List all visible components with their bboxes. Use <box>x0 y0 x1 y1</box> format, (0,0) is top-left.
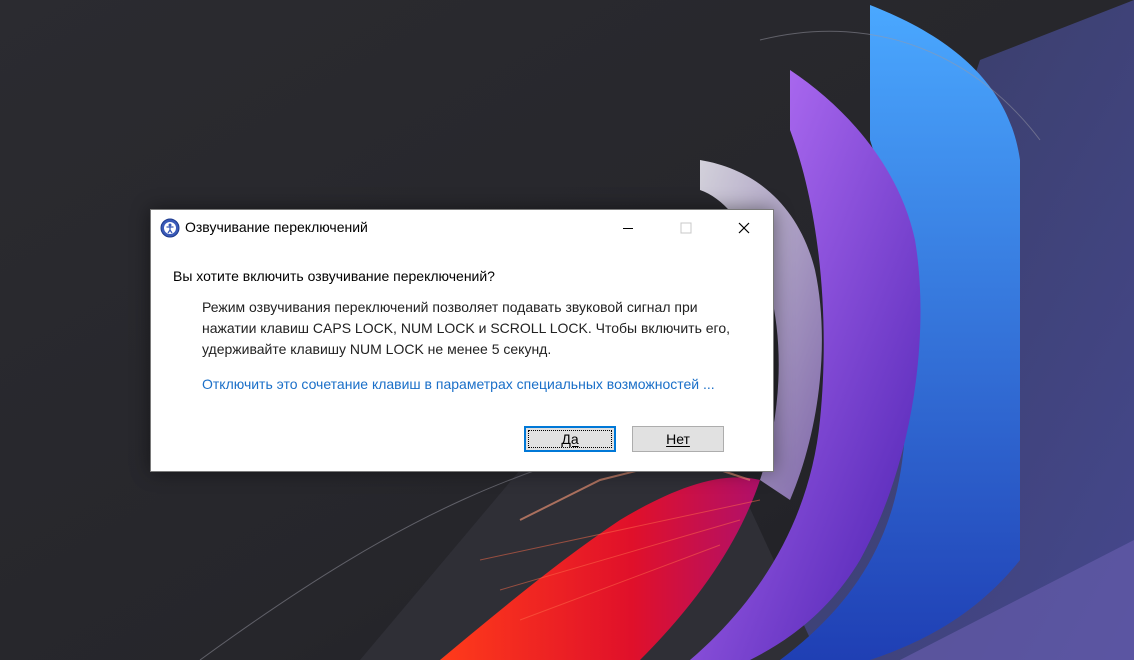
no-button[interactable]: Нет <box>632 426 724 452</box>
accessibility-icon <box>160 218 180 238</box>
minimize-icon <box>623 228 633 229</box>
minimize-button[interactable] <box>599 210 657 246</box>
accessibility-settings-link[interactable]: Отключить это сочетание клавиш в парамет… <box>202 376 715 392</box>
maximize-button <box>657 210 715 246</box>
dialog-description: Режим озвучивания переключений позволяет… <box>202 299 731 357</box>
title-bar[interactable]: Озвучивание переключений <box>151 210 773 246</box>
dialog-question: Вы хотите включить озвучивание переключе… <box>173 268 495 284</box>
close-button[interactable] <box>715 210 773 246</box>
dialog-title: Озвучивание переключений <box>185 219 368 235</box>
close-icon <box>738 222 750 234</box>
maximize-icon <box>680 222 692 234</box>
focus-rectangle <box>528 430 612 448</box>
no-button-label: Нет <box>666 431 690 447</box>
sticky-keys-dialog: Озвучивание переключений Вы хотите включ… <box>150 209 774 472</box>
yes-button[interactable]: Да <box>524 426 616 452</box>
